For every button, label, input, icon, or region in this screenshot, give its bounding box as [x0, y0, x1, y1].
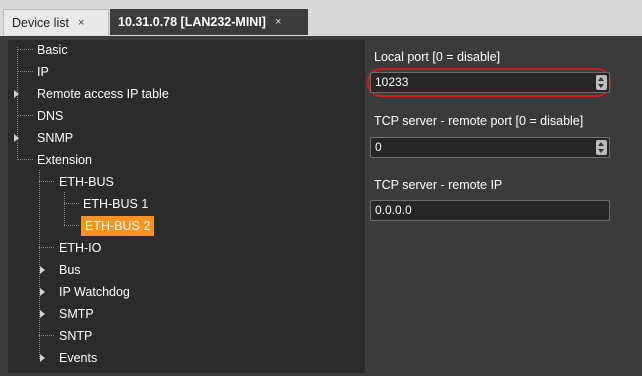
tree-item-eth-io[interactable]: ETH-IO [59, 238, 101, 258]
tab-label: Device list [12, 15, 69, 30]
tab-bar: Device list × 10.31.0.78 [LAN232-MINI] × [0, 0, 642, 36]
tree-item-ip-watchdog[interactable]: IP Watchdog [59, 282, 130, 302]
tree-item-dns[interactable]: DNS [37, 106, 63, 126]
settings-form: Local port [0 = disable] 10233 TCP serve… [366, 36, 642, 376]
tree-item-ip[interactable]: IP [37, 62, 49, 82]
tree-item-bus[interactable]: Bus [59, 260, 81, 280]
settings-tree: Basic IP Remote access IP table DNS SNMP… [8, 40, 365, 373]
tree-connector [64, 225, 79, 226]
tcp-remote-port-input[interactable]: 0 [370, 137, 610, 158]
tree-connector [39, 247, 54, 248]
tree-item-basic[interactable]: Basic [37, 40, 68, 60]
tree-item-snmp[interactable]: SNMP [37, 128, 73, 148]
tcp-remote-port-label: TCP server - remote port [0 = disable] [374, 114, 584, 128]
tree-item-remote-access-ip-table[interactable]: Remote access IP table [37, 84, 169, 104]
tree-item-sntp[interactable]: SNTP [59, 326, 92, 346]
close-icon[interactable]: × [275, 16, 281, 28]
expand-arrow-icon[interactable] [14, 134, 19, 142]
tab-label: 10.31.0.78 [LAN232-MINI] [118, 15, 266, 29]
tab-device-config[interactable]: 10.31.0.78 [LAN232-MINI] × [110, 9, 308, 35]
tree-connector [64, 203, 79, 204]
tcp-remote-port-value: 0 [375, 140, 382, 154]
spinner-icon[interactable] [596, 140, 607, 155]
tree-connector [39, 181, 54, 182]
tree-item-eth-bus[interactable]: ETH-BUS [59, 172, 114, 192]
tree-item-smtp[interactable]: SMTP [59, 304, 94, 324]
local-port-input[interactable]: 10233 [370, 72, 610, 93]
expand-arrow-icon[interactable] [40, 288, 45, 296]
tree-item-eth-bus-2[interactable]: ETH-BUS 2 [81, 216, 155, 236]
tree-connector [17, 115, 33, 116]
expand-arrow-icon[interactable] [14, 90, 19, 98]
tcp-remote-ip-label: TCP server - remote IP [374, 178, 503, 192]
spinner-icon[interactable] [596, 75, 607, 90]
expand-arrow-icon[interactable] [40, 354, 45, 362]
tree-connector [39, 335, 54, 336]
tree-item-events[interactable]: Events [59, 348, 97, 368]
tree-connector [17, 71, 33, 72]
tree-connector [17, 49, 33, 50]
close-icon[interactable]: × [78, 17, 84, 29]
local-port-value: 10233 [375, 75, 409, 89]
tree-item-extension[interactable]: Extension [37, 150, 92, 170]
expand-arrow-icon[interactable] [40, 310, 45, 318]
tree-connector [17, 47, 18, 160]
local-port-label: Local port [0 = disable] [374, 50, 501, 64]
tab-device-list[interactable]: Device list × [3, 9, 109, 35]
expand-arrow-icon[interactable] [40, 266, 45, 274]
tree-connector [64, 192, 65, 225]
tcp-remote-ip-input[interactable]: 0.0.0.0 [370, 200, 610, 221]
tree-connector [39, 170, 40, 359]
tcp-remote-ip-value: 0.0.0.0 [375, 203, 412, 217]
tree-item-eth-bus-1[interactable]: ETH-BUS 1 [83, 194, 148, 214]
tree-connector [17, 159, 33, 160]
